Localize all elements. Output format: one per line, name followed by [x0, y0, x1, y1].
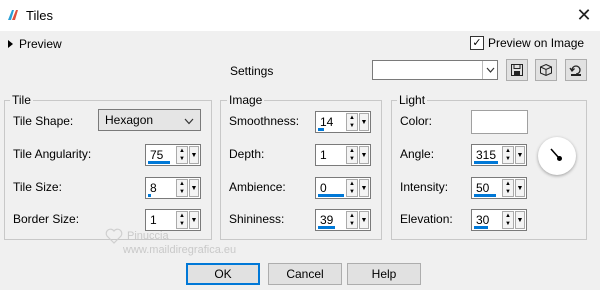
depth-label: Depth: — [229, 147, 265, 161]
tile-size-value: 8 — [150, 181, 157, 195]
chevron-down-icon[interactable]: ▼ — [515, 179, 525, 197]
chevron-down-icon[interactable]: ▼ — [359, 179, 369, 197]
chevron-down-icon[interactable]: ▼ — [515, 146, 525, 164]
chevron-down-icon — [184, 114, 194, 128]
tile-angularity-value: 75 — [150, 148, 164, 162]
tile-angularity-spinner[interactable]: 75 ▲ ▼ ▼ — [145, 144, 201, 166]
close-icon[interactable]: ✕ — [573, 4, 595, 26]
up-down-icon[interactable]: ▲ ▼ — [346, 179, 358, 197]
value-bar — [148, 194, 151, 197]
up-down-icon[interactable]: ▲ ▼ — [176, 146, 188, 164]
angle-label: Angle: — [400, 147, 435, 161]
delete-preset-icon — [540, 63, 552, 77]
settings-label: Settings — [230, 64, 274, 78]
help-button[interactable]: Help — [347, 263, 421, 285]
chevron-down-icon[interactable]: ▼ — [515, 211, 525, 229]
smoothness-value: 14 — [320, 115, 334, 129]
tile-size-spinner[interactable]: 8 ▲ ▼ ▼ — [145, 177, 201, 199]
value-bar — [148, 161, 170, 164]
preview-label: Preview — [19, 37, 62, 51]
tile-angularity-label: Tile Angularity: — [13, 147, 92, 161]
ambience-spinner[interactable]: 0 ▲ ▼ ▼ — [315, 177, 371, 199]
up-down-icon[interactable]: ▲ ▼ — [502, 211, 514, 229]
angle-dial-icon[interactable] — [538, 137, 576, 175]
image-group-title: Image — [227, 93, 265, 107]
up-down-icon[interactable]: ▲ ▼ — [176, 179, 188, 197]
value-bar — [474, 161, 498, 164]
ok-button[interactable]: OK — [186, 263, 260, 285]
watermark-name: Pinuccia — [127, 230, 169, 242]
border-size-label: Border Size: — [13, 212, 80, 226]
intensity-value: 50 — [476, 181, 490, 195]
heart-icon — [105, 228, 123, 244]
up-down-icon[interactable]: ▲ ▼ — [502, 146, 514, 164]
value-bar — [474, 194, 496, 197]
tiles-app-icon — [6, 8, 20, 22]
light-color-swatch[interactable] — [471, 110, 528, 134]
preview-toggle[interactable]: Preview — [8, 37, 62, 51]
shininess-value: 39 — [320, 213, 334, 227]
checkbox-checked-icon: ✓ — [470, 36, 484, 50]
up-down-icon[interactable]: ▲ ▼ — [176, 211, 188, 229]
value-bar — [318, 194, 344, 197]
save-icon — [511, 64, 523, 76]
expand-triangle-icon — [8, 40, 13, 48]
depth-spinner[interactable]: 1 ▲ ▼ ▼ — [315, 144, 371, 166]
up-down-icon[interactable]: ▲ ▼ — [346, 211, 358, 229]
cancel-button[interactable]: Cancel — [268, 263, 342, 285]
chevron-down-icon — [482, 61, 497, 79]
watermark-url: www.maildiregrafica.eu — [123, 244, 237, 256]
tile-shape-label: Tile Shape: — [13, 114, 74, 128]
preview-on-image-label: Preview on Image — [488, 36, 585, 50]
elevation-spinner[interactable]: 30 ▲ ▼ ▼ — [471, 209, 527, 231]
up-down-icon[interactable]: ▲ ▼ — [502, 179, 514, 197]
chevron-down-icon[interactable]: ▼ — [359, 146, 369, 164]
elevation-value: 30 — [476, 213, 490, 227]
chevron-down-icon[interactable]: ▼ — [189, 146, 199, 164]
elevation-label: Elevation: — [400, 212, 453, 226]
chevron-down-icon[interactable]: ▼ — [359, 211, 369, 229]
color-label: Color: — [400, 114, 433, 128]
up-down-icon[interactable]: ▲ ▼ — [346, 146, 358, 164]
save-preset-button[interactable] — [506, 59, 528, 81]
window-title: Tiles — [26, 8, 53, 23]
ambience-label: Ambience: — [229, 180, 286, 194]
chevron-down-icon[interactable]: ▼ — [359, 113, 369, 131]
intensity-spinner[interactable]: 50 ▲ ▼ ▼ — [471, 177, 527, 199]
delete-preset-button[interactable] — [535, 59, 557, 81]
border-size-value: 1 — [150, 213, 157, 227]
shininess-label: Shininess: — [229, 212, 285, 226]
reset-button[interactable] — [565, 59, 587, 81]
smoothness-label: Smoothness: — [229, 114, 300, 128]
smoothness-spinner[interactable]: 14 ▲ ▼ ▼ — [315, 111, 371, 133]
up-down-icon[interactable]: ▲ ▼ — [346, 113, 358, 131]
value-bar — [474, 226, 488, 229]
reset-icon — [569, 65, 581, 76]
tile-group-title: Tile — [10, 93, 33, 107]
watermark: Pinuccia www.maildiregrafica.eu — [105, 228, 236, 256]
value-bar — [318, 128, 324, 131]
preview-on-image-checkbox[interactable]: ✓ Preview on Image — [470, 36, 584, 50]
preset-dropdown[interactable] — [372, 60, 498, 80]
tile-size-label: Tile Size: — [13, 180, 62, 194]
angle-spinner[interactable]: 315 ▲ ▼ ▼ — [471, 144, 527, 166]
value-bar — [318, 226, 335, 229]
intensity-label: Intensity: — [400, 180, 449, 194]
angle-value: 315 — [476, 148, 497, 162]
chevron-down-icon[interactable]: ▼ — [189, 179, 199, 197]
tile-shape-value: Hexagon — [105, 113, 154, 127]
light-group-title: Light — [397, 93, 428, 107]
ambience-value: 0 — [320, 181, 327, 195]
tile-shape-dropdown[interactable]: Hexagon — [98, 109, 201, 131]
title-bar — [0, 0, 600, 31]
shininess-spinner[interactable]: 39 ▲ ▼ ▼ — [315, 209, 371, 231]
depth-value: 1 — [320, 148, 327, 162]
chevron-down-icon[interactable]: ▼ — [189, 211, 199, 229]
